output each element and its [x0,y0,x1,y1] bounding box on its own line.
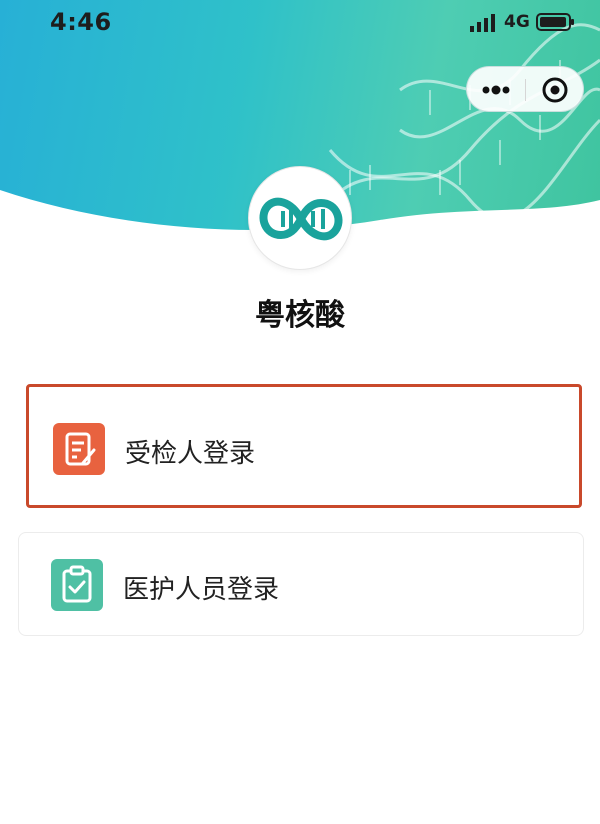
status-time: 4:46 [50,8,112,36]
app-title: 粤核酸 [255,298,345,333]
network-type: 4G [504,12,530,32]
clipboard-check-icon [51,559,103,611]
status-bar: 4:46 4G [0,0,600,44]
medical-staff-login-label: 医护人员登录 [123,575,280,605]
subject-login-button[interactable]: 受检人登录 [26,384,582,508]
edit-document-icon [53,423,105,475]
app-logo [248,166,352,270]
medical-staff-login-button[interactable]: 医护人员登录 [18,532,584,636]
close-circle-icon[interactable] [526,67,584,113]
battery-icon [536,13,574,31]
subject-login-label: 受检人登录 [125,439,256,469]
dna-logo-icon [259,197,343,241]
mini-program-capsule [466,66,584,112]
more-dots-icon[interactable] [467,67,525,113]
screen: 4:46 4G 粤核酸 受检人登录 医护人员登录 [0,0,600,824]
signal-icon [470,14,495,32]
